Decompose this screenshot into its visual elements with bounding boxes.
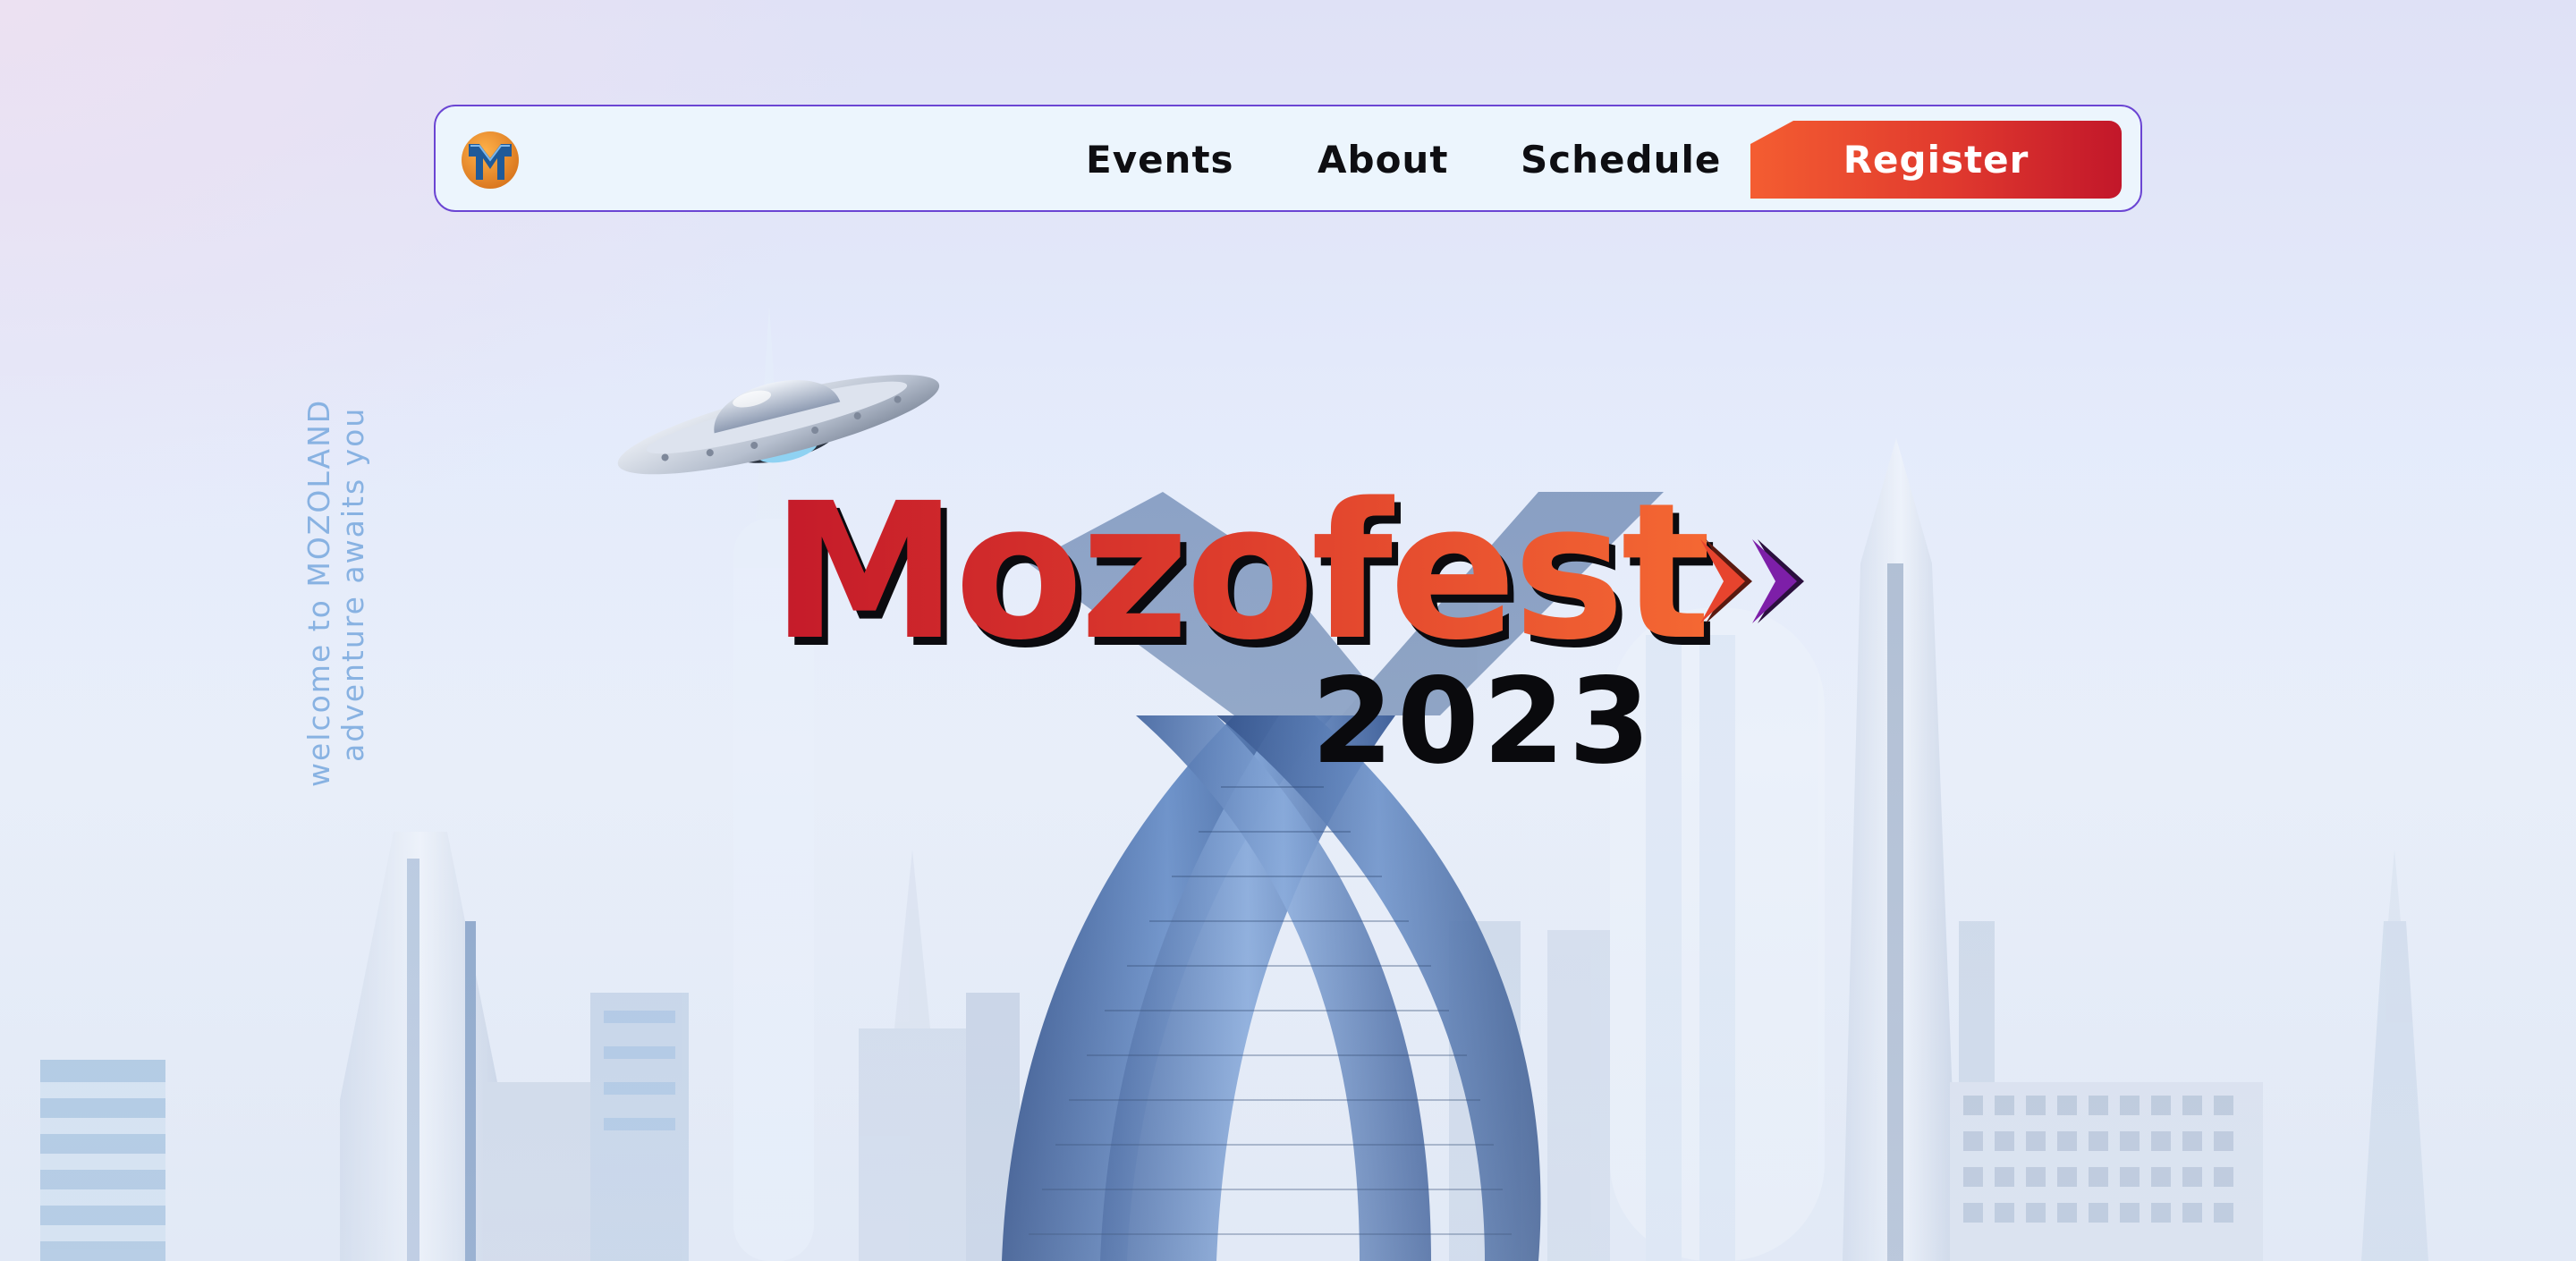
tagline-line-1: welcome to MOZOLAND xyxy=(301,398,336,787)
hero-year: 2023 xyxy=(1311,653,1655,791)
vertical-tagline: welcome to MOZOLAND adventure awaits you xyxy=(301,398,370,787)
nav-link-about[interactable]: About xyxy=(1318,135,1448,185)
city-skyline-illustration xyxy=(0,295,2576,1261)
tagline-line-2: adventure awaits you xyxy=(335,406,370,762)
nav-link-events[interactable]: Events xyxy=(1086,135,1234,185)
register-button[interactable]: Register xyxy=(1750,121,2122,199)
nav-link-schedule[interactable]: Schedule xyxy=(1521,135,1721,185)
top-navbar: Events About Schedule Register xyxy=(434,105,2142,212)
double-chevron-right-icon xyxy=(1700,539,1804,623)
mozofest-m-logo-icon[interactable] xyxy=(460,130,521,190)
hero-title: Mozofest xyxy=(771,462,1711,681)
